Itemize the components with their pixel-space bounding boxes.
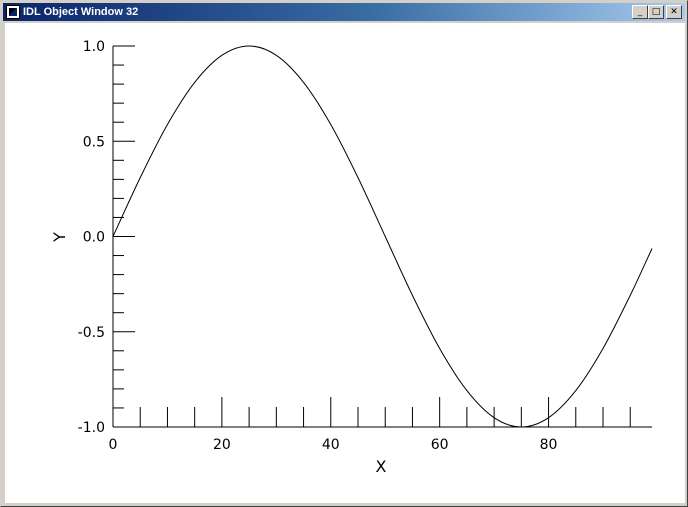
x-tick-label: 20: [213, 437, 231, 453]
y-tick-label: -0.5: [78, 325, 105, 341]
x-tick-label: 80: [540, 437, 558, 453]
x-tick-label: 0: [109, 437, 118, 453]
x-axis: 0 20 40 60 80: [109, 397, 652, 453]
app-icon[interactable]: [6, 5, 20, 19]
window-title: IDL Object Window 32: [23, 6, 139, 18]
close-button[interactable]: ✕: [666, 5, 682, 19]
minimize-button[interactable]: _: [632, 5, 648, 19]
close-icon: ✕: [670, 6, 678, 17]
x-tick-label: 40: [322, 437, 340, 453]
y-tick-label: 1.0: [83, 39, 105, 55]
sine-curve: [112, 45, 653, 428]
window-controls: _ □ ✕: [632, 5, 682, 19]
y-tick-label: 0.5: [83, 134, 105, 150]
series-sine: [112, 45, 653, 428]
y-tick-label: -1.0: [78, 420, 105, 436]
maximize-button[interactable]: □: [648, 5, 664, 19]
y-axis: -1.0 -0.5 0.0 0.5 1.0: [78, 39, 135, 436]
minimize-icon: _: [637, 6, 643, 17]
idl-object-window: IDL Object Window 32 _ □ ✕ -1.0 -0.5 0.0 0.…: [0, 0, 688, 507]
maximize-icon: □: [651, 6, 661, 17]
x-axis-label: X: [376, 457, 387, 476]
line-plot: -1.0 -0.5 0.0 0.5 1.0 0 20 40 60 80 X Y: [50, 39, 653, 476]
y-axis-label: Y: [50, 232, 69, 243]
title-bar[interactable]: IDL Object Window 32 _ □ ✕: [3, 3, 685, 21]
plot-area[interactable]: -1.0 -0.5 0.0 0.5 1.0 0 20 40 60 80 X Y: [5, 23, 685, 503]
y-tick-label: 0.0: [83, 230, 105, 246]
x-tick-label: 60: [431, 437, 449, 453]
